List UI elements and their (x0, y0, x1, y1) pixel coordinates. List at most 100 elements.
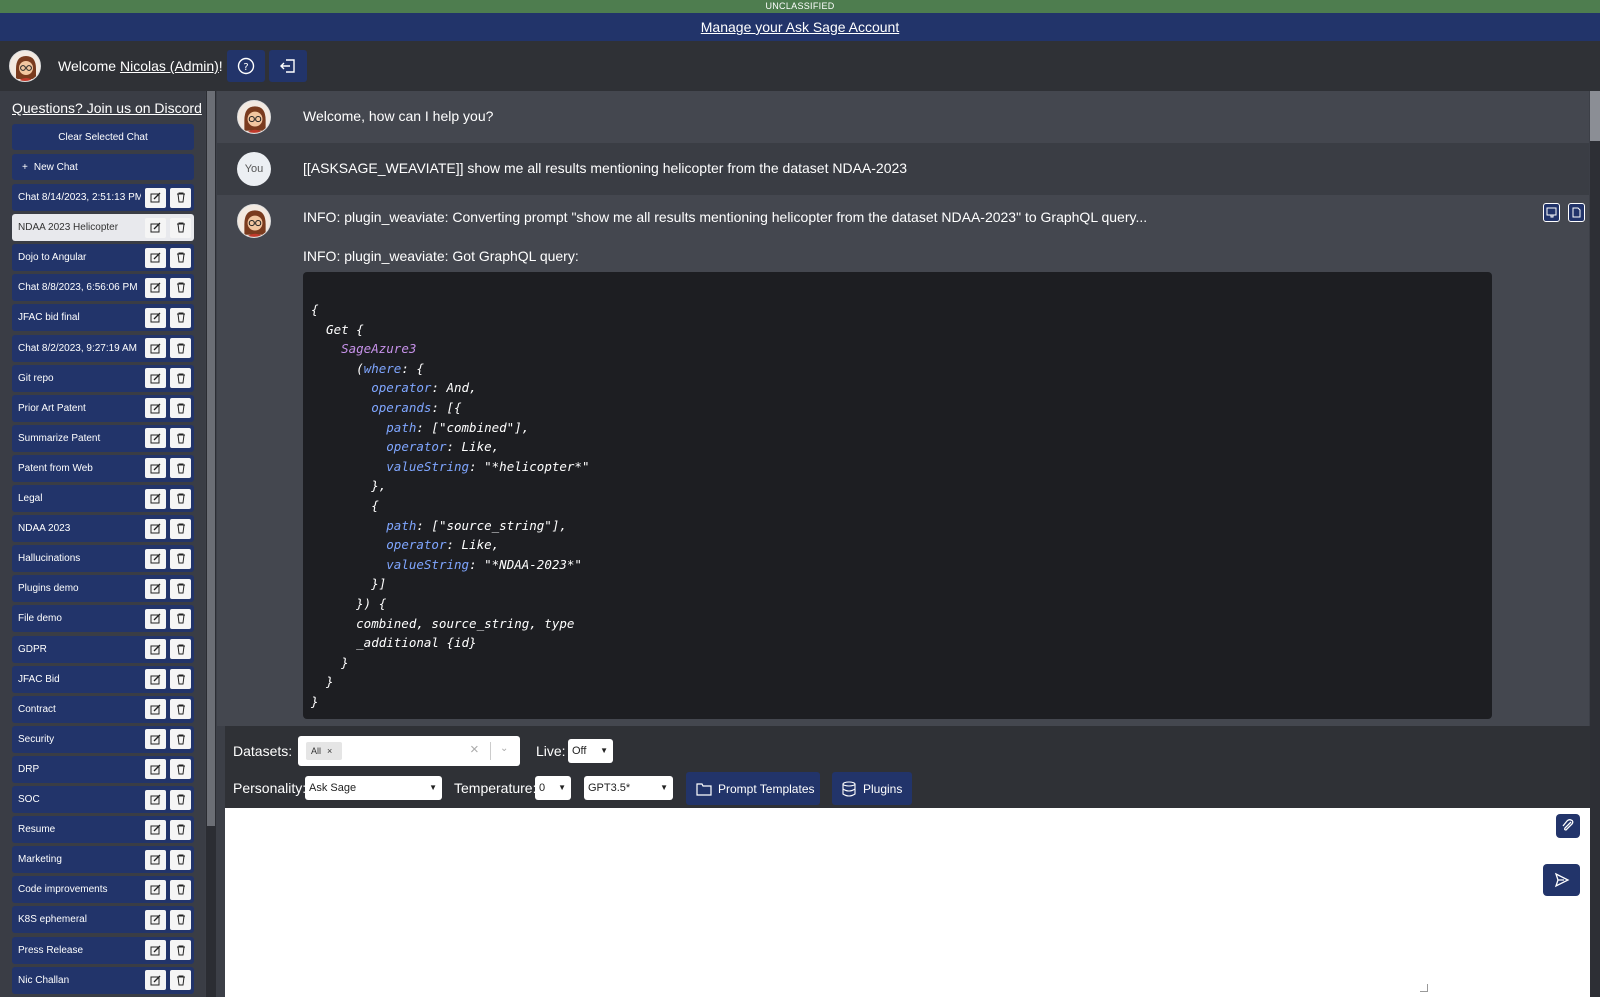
chat-item[interactable]: NDAA 2023 (12, 515, 194, 543)
edit-chat-button[interactable] (145, 398, 166, 419)
chat-item[interactable]: Prior Art Patent (12, 394, 194, 422)
delete-chat-button[interactable] (170, 879, 191, 900)
chat-item[interactable]: Legal (12, 485, 194, 512)
chat-item[interactable]: Press Release (12, 936, 194, 964)
delete-chat-button[interactable] (170, 669, 191, 690)
chat-item[interactable]: Patent from Web (12, 454, 194, 482)
plugins-button[interactable]: Plugins (832, 772, 912, 805)
chat-item[interactable]: GDPR (12, 635, 194, 663)
manage-account-link[interactable]: Manage your Ask Sage Account (701, 19, 899, 35)
chat-item[interactable]: Hallucinations (12, 545, 194, 573)
attach-file-button[interactable] (1556, 814, 1580, 838)
send-button[interactable] (1543, 864, 1580, 896)
edit-chat-button[interactable] (145, 639, 166, 659)
chat-item[interactable]: Chat 8/2/2023, 9:27:19 AM (12, 334, 194, 362)
chat-scrollbar[interactable] (1590, 91, 1600, 997)
edit-chat-button[interactable] (145, 488, 166, 509)
chat-item[interactable]: Git repo (12, 364, 194, 392)
chat-item[interactable]: Contract (12, 695, 194, 723)
datasets-select[interactable]: All × × ⌄ (298, 736, 520, 766)
chip-remove-icon[interactable]: × (327, 746, 332, 756)
delete-chat-button[interactable] (170, 307, 191, 328)
edit-chat-button[interactable] (145, 428, 166, 449)
chat-item[interactable]: JFAC bid final (12, 304, 194, 332)
chat-item[interactable]: Security (12, 725, 194, 753)
temperature-select[interactable]: 0 ▼ (535, 776, 571, 800)
delete-chat-button[interactable] (170, 428, 191, 449)
live-select[interactable]: Off ▼ (568, 739, 613, 763)
delete-chat-button[interactable] (170, 187, 191, 208)
chat-item[interactable]: Resume (12, 816, 194, 844)
delete-chat-button[interactable] (170, 548, 191, 569)
edit-chat-button[interactable] (145, 849, 166, 870)
edit-chat-button[interactable] (145, 518, 166, 539)
edit-chat-button[interactable] (145, 247, 166, 268)
delete-chat-button[interactable] (170, 970, 191, 991)
logout-button[interactable] (268, 50, 307, 82)
delete-chat-button[interactable] (170, 909, 191, 930)
datasets-dropdown-icon[interactable]: ⌄ (500, 743, 508, 754)
chat-item[interactable]: NDAA 2023 Helicopter (12, 214, 194, 242)
edit-chat-button[interactable] (145, 368, 166, 389)
delete-chat-button[interactable] (170, 819, 191, 840)
delete-chat-button[interactable] (170, 578, 191, 599)
edit-chat-button[interactable] (145, 307, 166, 328)
edit-chat-button[interactable] (145, 338, 166, 358)
edit-chat-button[interactable] (145, 669, 166, 690)
chat-item[interactable]: JFAC Bid (12, 665, 194, 693)
edit-chat-button[interactable] (145, 187, 166, 208)
delete-chat-button[interactable] (170, 699, 191, 720)
edit-chat-button[interactable] (145, 608, 166, 629)
edit-chat-button[interactable] (145, 458, 166, 479)
edit-chat-button[interactable] (145, 759, 166, 780)
delete-chat-button[interactable] (170, 247, 191, 268)
edit-chat-button[interactable] (145, 879, 166, 900)
chat-item[interactable]: Marketing (12, 846, 194, 874)
chat-item[interactable]: Dojo to Angular (12, 244, 194, 272)
clear-selected-chat-button[interactable]: Clear Selected Chat (12, 124, 194, 150)
chat-item[interactable]: Summarize Patent (12, 424, 194, 452)
delete-chat-button[interactable] (170, 338, 191, 358)
delete-chat-button[interactable] (170, 608, 191, 629)
edit-chat-button[interactable] (145, 940, 166, 960)
edit-chat-button[interactable] (145, 789, 166, 810)
delete-chat-button[interactable] (170, 639, 191, 659)
model-select[interactable]: GPT3.5* ▼ (584, 776, 673, 800)
delete-chat-button[interactable] (170, 217, 191, 238)
edit-chat-button[interactable] (145, 909, 166, 930)
chat-scrollbar-thumb[interactable] (1590, 91, 1600, 141)
delete-chat-button[interactable] (170, 488, 191, 509)
edit-chat-button[interactable] (145, 277, 166, 298)
edit-chat-button[interactable] (145, 970, 166, 991)
delete-chat-button[interactable] (170, 729, 191, 750)
chat-item[interactable]: Code improvements (12, 876, 194, 904)
new-chat-button[interactable]: + New Chat (12, 154, 194, 180)
username-link[interactable]: Nicolas (Admin) (120, 58, 219, 74)
edit-chat-button[interactable] (145, 548, 166, 569)
edit-chat-button[interactable] (145, 217, 166, 238)
clear-datasets-icon[interactable]: × (470, 741, 479, 758)
resize-handle-icon[interactable] (1420, 984, 1428, 992)
copy-button[interactable] (1568, 203, 1585, 222)
discord-link[interactable]: Questions? Join us on Discord (12, 100, 202, 116)
delete-chat-button[interactable] (170, 368, 191, 389)
chat-item[interactable]: K8S ephemeral (12, 906, 194, 934)
delete-chat-button[interactable] (170, 940, 191, 960)
edit-chat-button[interactable] (145, 819, 166, 840)
delete-chat-button[interactable] (170, 789, 191, 810)
chat-item[interactable]: Nic Challan (12, 966, 194, 994)
edit-chat-button[interactable] (145, 729, 166, 750)
chat-item[interactable]: Chat 8/14/2023, 2:51:13 PM (12, 184, 194, 211)
chat-item[interactable]: Chat 8/8/2023, 6:56:06 PM (12, 274, 194, 302)
help-button[interactable]: ? (226, 50, 265, 82)
delete-chat-button[interactable] (170, 398, 191, 419)
delete-chat-button[interactable] (170, 458, 191, 479)
sidebar-scrollbar-thumb[interactable] (207, 91, 215, 826)
delete-chat-button[interactable] (170, 277, 191, 298)
personality-select[interactable]: Ask Sage ▼ (305, 776, 442, 800)
chat-item[interactable]: SOC (12, 786, 194, 813)
delete-chat-button[interactable] (170, 849, 191, 870)
edit-chat-button[interactable] (145, 578, 166, 599)
delete-chat-button[interactable] (170, 759, 191, 780)
prompt-textarea[interactable] (225, 808, 1590, 997)
